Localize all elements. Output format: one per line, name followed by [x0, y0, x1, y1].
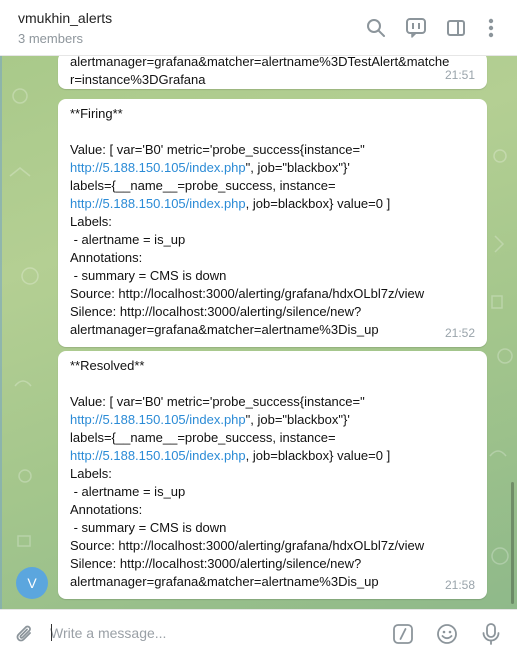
message-line: alertmanager=grafana&matcher=alertname%3…	[70, 573, 475, 591]
message-link[interactable]: http://5.188.150.105/index.php	[70, 160, 246, 175]
message-text-segment: - alertname = is_up	[70, 232, 186, 247]
message-text-segment: - summary = CMS is down	[70, 520, 227, 535]
message-bubble[interactable]: **Firing** Value: [ var='B0' metric='prob…	[58, 99, 487, 347]
message-link[interactable]: http://5.188.150.105/index.php	[70, 448, 246, 463]
message-text: **Resolved** Value: [ var='B0' metric='pr…	[70, 351, 475, 591]
chat-title[interactable]: vmukhin_alerts	[18, 10, 112, 26]
message-text-segment: Labels:	[70, 214, 112, 229]
text-caret	[51, 624, 52, 641]
message-text-segment: , job=blackbox} value=0 ]	[245, 448, 391, 463]
message-text-segment: alertmanager=grafana&matcher=alertname%3…	[70, 574, 379, 589]
message-link[interactable]: http://5.188.150.105/index.php	[70, 196, 246, 211]
message-text: alertmanager=grafana&matcher=alertname%3…	[70, 56, 475, 89]
sidebar-icon[interactable]	[442, 14, 470, 42]
message-text-segment: ", job="blackbox"}'	[245, 160, 350, 175]
message-line: Annotations:	[70, 501, 475, 519]
message-time: 21:51	[444, 68, 475, 82]
message-line: **Resolved**	[70, 357, 475, 375]
message-line: http://5.188.150.105/index.php", job="bl…	[70, 159, 475, 177]
message-text-segment: alertmanager=grafana&matcher=alertname%3…	[70, 322, 379, 337]
message-text-segment: - alertname = is_up	[70, 484, 186, 499]
message-text: **Firing** Value: [ var='B0' metric='prob…	[70, 99, 475, 339]
message-line: Silence: http://localhost:3000/alerting/…	[70, 303, 475, 321]
message-line: - alertname = is_up	[70, 483, 475, 501]
message-bubble[interactable]: alertmanager=grafana&matcher=alertname%3…	[58, 56, 487, 89]
message-text-segment: **Resolved**	[70, 358, 145, 373]
message-line: **Firing**	[70, 105, 475, 123]
bot-commands-icon[interactable]	[402, 14, 430, 42]
message-text-segment: labels={__name__=probe_success, instance…	[70, 178, 336, 193]
more-vertical-icon[interactable]	[477, 14, 505, 42]
chat-header: vmukhin_alerts 3 members	[0, 0, 517, 56]
message-line: http://5.188.150.105/index.php", job="bl…	[70, 411, 475, 429]
message-line: Labels:	[70, 465, 475, 483]
message-line: Annotations:	[70, 249, 475, 267]
message-text-segment: Silence: http://localhost:3000/alerting/…	[70, 556, 362, 571]
message-line: - alertname = is_up	[70, 231, 475, 249]
message-text-segment: Source: http://localhost:3000/alerting/g…	[70, 538, 425, 553]
message-line: Source: http://localhost:3000/alerting/g…	[70, 537, 475, 555]
message-line: Value: [ var='B0' metric='probe_success{…	[70, 141, 475, 159]
message-line: labels={__name__=probe_success, instance…	[70, 177, 475, 195]
message-line: - summary = CMS is down	[70, 267, 475, 285]
message-link[interactable]: http://5.188.150.105/index.php	[70, 412, 246, 427]
message-line: Source: http://localhost:3000/alerting/g…	[70, 285, 475, 303]
message-line: http://5.188.150.105/index.php, job=blac…	[70, 447, 475, 465]
message-text-segment: - summary = CMS is down	[70, 268, 227, 283]
message-text-segment: Silence: http://localhost:3000/alerting/…	[70, 304, 362, 319]
search-icon[interactable]	[362, 14, 390, 42]
message-composer	[0, 609, 517, 656]
attach-icon[interactable]	[11, 620, 39, 648]
message-line: r=instance%3DGrafana	[70, 71, 475, 89]
message-line: alertmanager=grafana&matcher=alertname%3…	[70, 321, 475, 339]
message-text-segment: Annotations:	[70, 250, 143, 265]
message-text-segment: Annotations:	[70, 502, 143, 517]
message-text-segment: r=instance%3DGrafana	[70, 72, 206, 87]
message-line: labels={__name__=probe_success, instance…	[70, 429, 475, 447]
message-time: 21:58	[444, 578, 475, 592]
message-text-segment: Value: [ var='B0' metric='probe_success{…	[70, 394, 365, 409]
message-line: http://5.188.150.105/index.php, job=blac…	[70, 195, 475, 213]
message-text-segment: Labels:	[70, 466, 112, 481]
message-input[interactable]	[50, 622, 370, 644]
message-text-segment: Source: http://localhost:3000/alerting/g…	[70, 286, 425, 301]
message-text-segment: Value: [ var='B0' metric='probe_success{…	[70, 142, 365, 157]
emoji-icon[interactable]	[433, 620, 461, 648]
message-text-segment: **Firing**	[70, 106, 123, 121]
message-text-segment: ", job="blackbox"}'	[245, 412, 350, 427]
message-text-segment: labels={__name__=probe_success, instance…	[70, 430, 336, 445]
sender-avatar[interactable]: V	[16, 567, 48, 599]
message-text-segment: alertmanager=grafana&matcher=alertname%3…	[70, 56, 450, 69]
message-line	[70, 375, 475, 393]
message-line	[70, 123, 475, 141]
message-line: Labels:	[70, 213, 475, 231]
chat-history[interactable]: alertmanager=grafana&matcher=alertname%3…	[0, 56, 517, 609]
message-line: alertmanager=grafana&matcher=alertname%3…	[70, 56, 475, 71]
scrollbar[interactable]	[511, 482, 514, 604]
message-text-segment: , job=blackbox} value=0 ]	[245, 196, 391, 211]
message-time: 21:52	[444, 326, 475, 340]
member-count[interactable]: 3 members	[18, 31, 83, 46]
bot-command-icon[interactable]	[389, 620, 417, 648]
message-bubble[interactable]: **Resolved** Value: [ var='B0' metric='pr…	[58, 351, 487, 599]
window-edge	[0, 56, 2, 609]
microphone-icon[interactable]	[477, 620, 505, 648]
message-line: Silence: http://localhost:3000/alerting/…	[70, 555, 475, 573]
message-line: - summary = CMS is down	[70, 519, 475, 537]
message-line: Value: [ var='B0' metric='probe_success{…	[70, 393, 475, 411]
